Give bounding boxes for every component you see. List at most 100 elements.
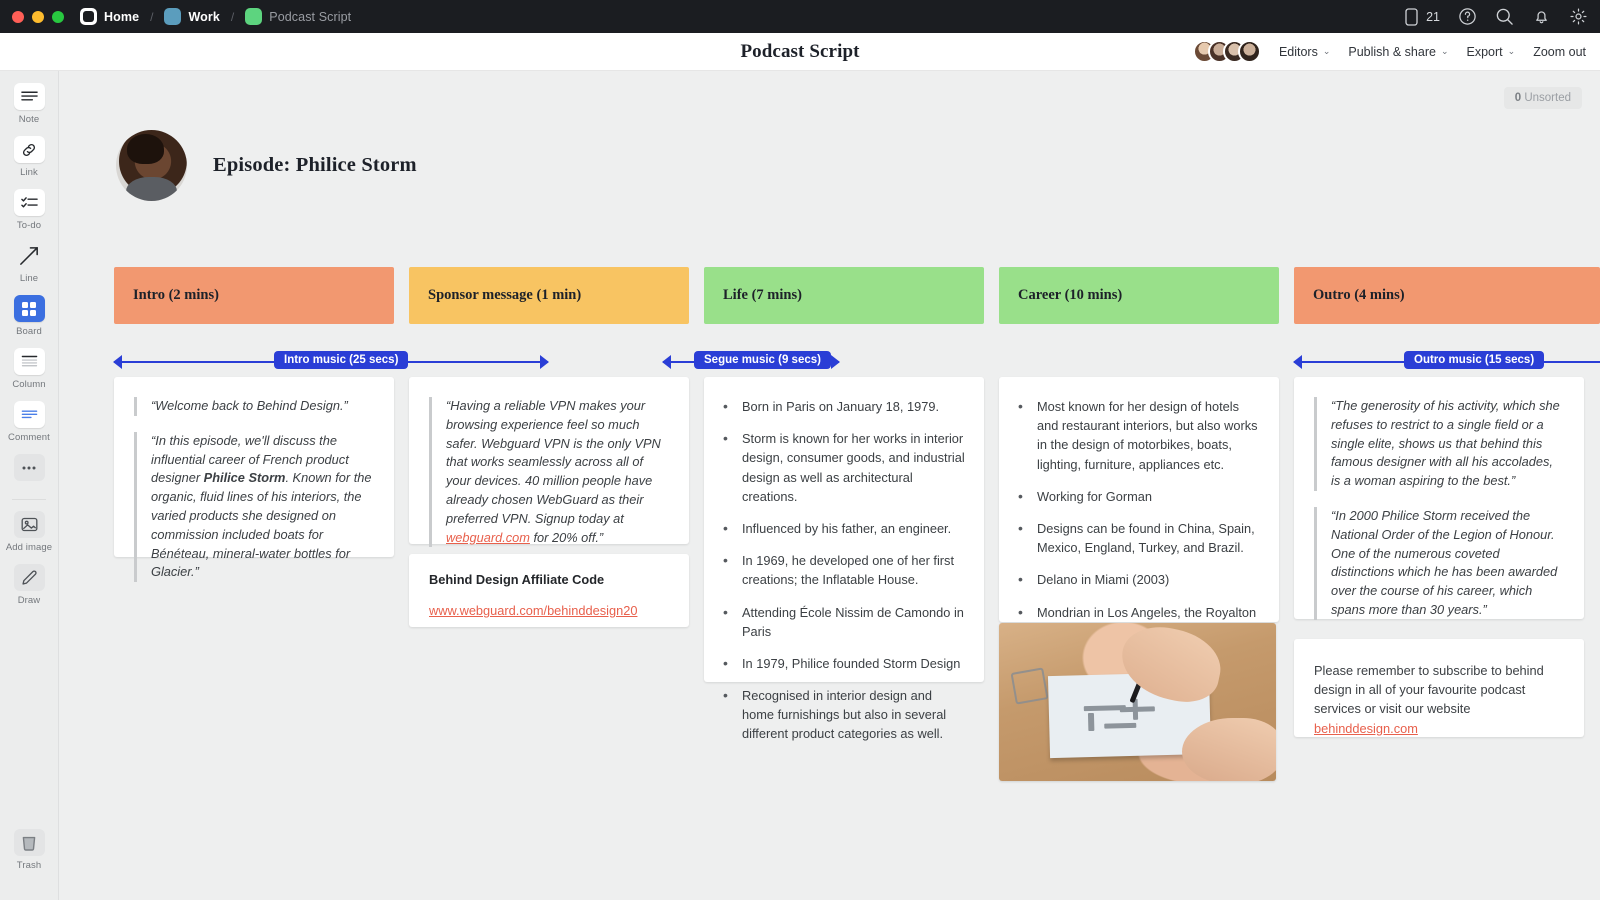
search-icon[interactable] — [1494, 7, 1514, 27]
outro-note: Please remember to subscribe to behind d… — [1314, 661, 1564, 738]
notifications-icon[interactable] — [1531, 7, 1551, 27]
toolbar-item-line[interactable]: Line — [3, 242, 55, 284]
draw-icon — [13, 564, 45, 591]
toolbar-item-board[interactable]: Board — [3, 295, 55, 337]
breadcrumb-separator: / — [150, 9, 154, 24]
column-icon — [13, 348, 45, 375]
traffic-lights — [12, 10, 64, 23]
unsorted-badge[interactable]: 0 Unsorted — [1503, 87, 1582, 109]
list-item: Designs can be found in China, Spain, Me… — [1013, 518, 1261, 557]
close-window-button[interactable] — [12, 10, 24, 23]
image-icon — [13, 511, 45, 538]
help-icon[interactable] — [1457, 7, 1477, 27]
toolbar-item-todo[interactable]: To-do — [3, 189, 55, 231]
glasses-object — [1010, 667, 1049, 705]
toolbar-item-draw[interactable]: Draw — [3, 564, 55, 606]
toolbar-label: Trash — [16, 860, 42, 871]
card-intro[interactable]: “Welcome back to Behind Design.” “In thi… — [114, 377, 394, 583]
list-item: Recognised in interior design and home f… — [718, 685, 966, 744]
mobile-devices-button[interactable]: 21 — [1401, 7, 1440, 27]
card-outro-note[interactable]: Please remember to subscribe to behind d… — [1294, 639, 1584, 737]
minimize-window-button[interactable] — [32, 10, 44, 23]
breadcrumb-label: Work — [188, 9, 220, 24]
card-affiliate-code[interactable]: Behind Design Affiliate Code www.webguar… — [409, 554, 689, 627]
line-icon — [14, 242, 45, 269]
board-icon — [245, 8, 263, 25]
webguard-link[interactable]: webguard.com — [446, 530, 530, 545]
episode-avatar[interactable] — [116, 130, 187, 201]
note-icon — [13, 83, 45, 110]
toolbar-label: Add image — [5, 542, 53, 553]
toolbar-item-add-image[interactable]: Add image — [3, 511, 55, 553]
connector-label: Segue music (9 secs) — [694, 351, 831, 369]
toolbar-label: Board — [16, 326, 42, 337]
toolbar-item-trash[interactable]: Trash — [3, 829, 55, 871]
arrow-head-right-icon — [831, 355, 840, 369]
arrow-head-right-icon — [540, 355, 549, 369]
board-canvas[interactable]: 0 Unsorted Episode: Philice Storm Intro … — [59, 71, 1600, 900]
toolbar-label: To-do — [16, 220, 42, 231]
section-bar-career[interactable]: Career (10 mins) — [999, 267, 1279, 324]
list-item: Delano in Miami (2003) — [1013, 569, 1261, 590]
connector-segue-music[interactable]: Segue music (9 secs) — [662, 347, 840, 377]
toolbar-item-comment[interactable]: Comment — [3, 401, 55, 443]
connector-intro-music[interactable]: Intro music (25 secs) — [113, 347, 549, 377]
career-bullet-list: Most known for her design of hotels and … — [1013, 396, 1261, 660]
document-header: Podcast Script Editors ⌄ Publish & share… — [0, 33, 1600, 71]
window-titlebar: Home / Work / Podcast Script 21 — [0, 0, 1600, 33]
list-item: In 1969, he developed one of her first c… — [718, 550, 966, 589]
toolbar-label: Line — [19, 273, 39, 284]
section-bar-intro[interactable]: Intro (2 mins) — [114, 267, 394, 324]
list-item: Working for Gorman — [1013, 486, 1261, 507]
comment-icon — [13, 401, 45, 428]
outro-note-text: Please remember to subscribe to behind d… — [1314, 663, 1544, 717]
intro-quote-1: “Welcome back to Behind Design.” — [134, 397, 372, 416]
episode-header: Episode: Philice Storm — [116, 130, 417, 201]
mobile-icon — [1401, 7, 1421, 27]
breadcrumb-separator: / — [230, 9, 235, 24]
mobile-count: 21 — [1426, 9, 1440, 24]
quote-text-post: for 20% off.” — [529, 529, 604, 545]
todo-icon — [13, 189, 45, 216]
breadcrumb-item-work[interactable]: Work — [164, 8, 220, 25]
affiliate-link[interactable]: www.webguard.com/behinddesign20 — [429, 603, 637, 618]
toolbar-item-link[interactable]: Link — [3, 136, 55, 178]
section-bar-outro[interactable]: Outro (4 mins) — [1294, 267, 1600, 324]
intro-quote-2: “In this episode, we'll discuss the infl… — [134, 431, 372, 583]
quote-text-pre: “Having a reliable VPN makes your browsi… — [446, 398, 661, 526]
toolbar-item-note[interactable]: Note — [3, 83, 55, 125]
card-sponsor-quote[interactable]: “Having a reliable VPN makes your browsi… — [409, 377, 689, 548]
connector-outro-music[interactable]: Outro music (15 secs) — [1293, 347, 1600, 377]
toolbar-label: Draw — [17, 595, 41, 606]
breadcrumb-label: Home — [104, 9, 140, 24]
card-outro-quotes[interactable]: “The generosity of his activity, which s… — [1294, 377, 1584, 620]
list-item: In 1979, Philice founded Storm Design — [718, 653, 966, 674]
breadcrumb-item-podcast-script[interactable]: Podcast Script — [245, 8, 351, 25]
toolbar-item-column[interactable]: Column — [3, 348, 55, 390]
quote-text-post: . Known for the organic, fluid lines of … — [151, 470, 372, 580]
life-bullet-list: Born in Paris on January 18, 1979. Storm… — [718, 396, 966, 744]
sponsor-quote: “Having a reliable VPN makes your browsi… — [429, 397, 667, 548]
toolbar-item-more[interactable] — [3, 454, 55, 485]
section-bar-sponsor[interactable]: Sponsor message (1 min) — [409, 267, 689, 324]
section-bar-life[interactable]: Life (7 mins) — [704, 267, 984, 324]
toolbar-label: Column — [12, 379, 46, 390]
quote-text-bold: Philice Storm — [203, 470, 286, 486]
unsorted-label: Unsorted — [1524, 92, 1571, 104]
card-life[interactable]: Born in Paris on January 18, 1979. Storm… — [704, 377, 984, 741]
behinddesign-link[interactable]: behinddesign.com — [1314, 721, 1418, 736]
card-career[interactable]: Most known for her design of hotels and … — [999, 377, 1279, 658]
titlebar-actions: 21 — [1401, 7, 1588, 27]
breadcrumb-item-home[interactable]: Home — [80, 8, 139, 25]
folder-icon — [164, 8, 182, 25]
hands-sketching-photo — [999, 623, 1276, 781]
quote-text: “Welcome back to Behind Design.” — [151, 398, 348, 413]
settings-icon[interactable] — [1568, 7, 1588, 27]
hand-object — [1181, 717, 1276, 781]
breadcrumb-label: Podcast Script — [269, 9, 352, 24]
card-career-photo[interactable] — [999, 623, 1276, 781]
toolbar-label: Note — [18, 114, 40, 125]
maximize-window-button[interactable] — [52, 10, 64, 23]
section-bar-label: Sponsor message (1 min) — [428, 287, 582, 303]
list-item: Influenced by his father, an engineer. — [718, 518, 966, 539]
